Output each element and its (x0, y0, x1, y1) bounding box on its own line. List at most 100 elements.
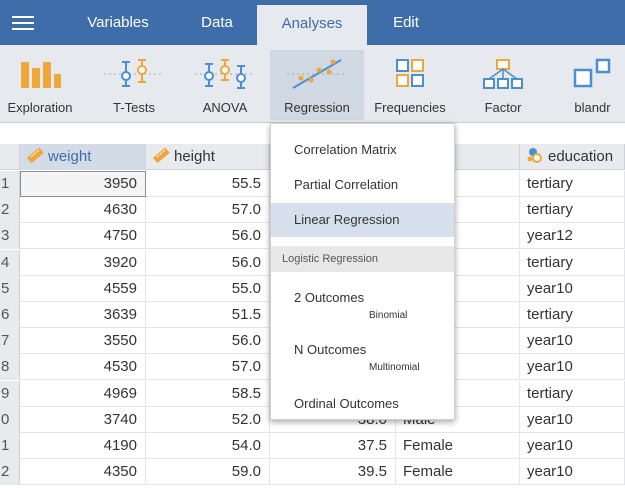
tab-variables[interactable]: Variables (72, 0, 164, 45)
column-header-label: education (548, 148, 614, 165)
two-outcomes-item[interactable]: 2 Outcomes Binomial (271, 284, 454, 328)
regression-dropdown-menu: Correlation Matrix Partial Correlation L… (270, 123, 455, 420)
t-tests-icon (104, 59, 164, 87)
education-cell[interactable]: tertiary (520, 380, 625, 407)
exploration-button[interactable]: Exploration (0, 50, 80, 120)
t-tests-button[interactable]: T-Tests (100, 50, 168, 120)
row-number-cell: 2 (0, 459, 20, 486)
nominal-variable-icon (527, 148, 542, 163)
partial-correlation-item[interactable]: Partial Correlation (271, 171, 454, 199)
weight-cell[interactable]: 4530 (20, 354, 146, 381)
column-header-height[interactable]: height (146, 144, 270, 170)
row-number-cell: 9 (0, 380, 20, 407)
education-cell[interactable]: year10 (520, 433, 625, 459)
binomial-sublabel: Binomial (369, 310, 408, 321)
anova-label: ANOVA (202, 100, 248, 115)
height-cell[interactable]: 57.0 (146, 197, 270, 224)
two-outcomes-label: 2 Outcomes (294, 290, 365, 305)
weight-cell[interactable]: 3950 (20, 171, 146, 197)
value-cell[interactable]: 39.5 (270, 459, 396, 486)
anova-icon (195, 59, 255, 89)
weight-cell[interactable]: 4969 (20, 380, 146, 407)
row-number-cell: 1 (0, 433, 20, 459)
row-number-cell: 8 (0, 354, 20, 381)
t-tests-label: T-Tests (113, 100, 155, 115)
weight-cell[interactable]: 4750 (20, 223, 146, 250)
multinomial-sublabel: Multinomial (369, 362, 420, 373)
regression-label: Regression (284, 100, 350, 115)
gender-cell[interactable]: Female (396, 459, 520, 486)
education-cell[interactable]: tertiary (520, 302, 625, 328)
weight-cell[interactable]: 3639 (20, 302, 146, 328)
corner-header (0, 144, 20, 170)
weight-cell[interactable]: 4630 (20, 197, 146, 224)
row-number-cell: 7 (0, 328, 20, 355)
weight-cell[interactable]: 3740 (20, 406, 146, 433)
height-cell[interactable]: 55.5 (146, 171, 270, 197)
education-cell[interactable]: year10 (520, 328, 625, 355)
height-cell[interactable]: 55.0 (146, 275, 270, 302)
anova-button[interactable]: ANOVA (190, 50, 260, 120)
education-cell[interactable]: year10 (520, 354, 625, 381)
frequencies-label: Frequencies (374, 100, 446, 115)
education-cell[interactable]: year10 (520, 459, 625, 486)
column-header-education[interactable]: education (520, 144, 625, 170)
tab-analyses[interactable]: Analyses (257, 5, 367, 45)
factor-label: Factor (484, 100, 522, 115)
table-row: 2 4350 59.0 39.5 Female year10 (0, 459, 625, 486)
height-cell[interactable]: 59.0 (146, 459, 270, 486)
height-cell[interactable]: 58.5 (146, 380, 270, 407)
value-cell[interactable]: 37.5 (270, 433, 396, 459)
row-number-cell: 6 (0, 302, 20, 328)
weight-cell[interactable]: 3550 (20, 328, 146, 355)
blandr-icon (573, 58, 610, 88)
regression-button[interactable]: Regression (270, 50, 364, 120)
gender-cell[interactable]: Female (396, 433, 520, 459)
weight-cell[interactable]: 4350 (20, 459, 146, 486)
frequencies-icon (396, 59, 424, 87)
height-cell[interactable]: 56.0 (146, 249, 270, 276)
education-cell[interactable]: tertiary (520, 249, 625, 276)
row-number-cell: 2 (0, 197, 20, 224)
blandr-button[interactable]: blandr (560, 50, 625, 120)
continuous-ruler-icon (152, 147, 170, 164)
weight-cell[interactable]: 3920 (20, 249, 146, 276)
analyses-ribbon: Exploration T-Tests ANOVA Regression Fre… (0, 45, 625, 123)
regression-icon (287, 59, 347, 89)
weight-cell[interactable]: 4559 (20, 275, 146, 302)
height-cell[interactable]: 57.0 (146, 354, 270, 381)
education-cell[interactable]: year10 (520, 406, 625, 433)
education-cell[interactable]: year12 (520, 223, 625, 250)
ordinal-outcomes-item[interactable]: Ordinal Outcomes (271, 390, 454, 418)
education-cell[interactable]: tertiary (520, 171, 625, 197)
row-number-cell: 0 (0, 406, 20, 433)
column-header-label: height (174, 148, 215, 165)
tab-edit[interactable]: Edit (376, 0, 436, 45)
n-outcomes-label: N Outcomes (294, 342, 367, 357)
height-cell[interactable]: 52.0 (146, 406, 270, 433)
column-header-label: weight (48, 148, 92, 165)
blandr-label: blandr (574, 100, 611, 115)
weight-cell[interactable]: 4190 (20, 433, 146, 459)
height-cell[interactable]: 54.0 (146, 433, 270, 459)
column-header-weight[interactable]: weight (20, 144, 146, 170)
correlation-matrix-item[interactable]: Correlation Matrix (271, 136, 454, 164)
factor-icon (483, 59, 523, 89)
row-number-cell: 5 (0, 275, 20, 302)
logistic-regression-group-header: Logistic Regression (271, 246, 454, 272)
education-cell[interactable]: year10 (520, 275, 625, 302)
table-row: 1 4190 54.0 37.5 Female year10 (0, 433, 625, 459)
factor-button[interactable]: Factor (468, 50, 538, 120)
row-number-cell: 4 (0, 249, 20, 276)
exploration-icon (21, 62, 61, 88)
tab-data[interactable]: Data (182, 0, 252, 45)
height-cell[interactable]: 51.5 (146, 302, 270, 328)
exploration-label: Exploration (7, 100, 73, 115)
linear-regression-item[interactable]: Linear Regression (271, 203, 454, 237)
height-cell[interactable]: 56.0 (146, 328, 270, 355)
education-cell[interactable]: tertiary (520, 197, 625, 224)
height-cell[interactable]: 56.0 (146, 223, 270, 250)
frequencies-button[interactable]: Frequencies (368, 50, 452, 120)
hamburger-menu-icon[interactable] (12, 16, 34, 30)
n-outcomes-item[interactable]: N Outcomes Multinomial (271, 336, 454, 380)
